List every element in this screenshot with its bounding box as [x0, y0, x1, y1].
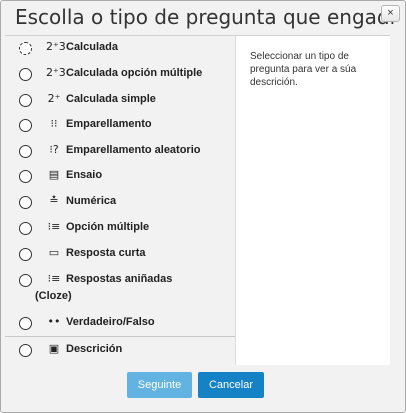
close-icon[interactable]: ×: [381, 5, 400, 22]
essay-icon: ▤: [48, 168, 60, 181]
option-label: Numérica: [66, 195, 117, 207]
radio-button[interactable]: [19, 42, 32, 55]
truefalse-icon: ••: [47, 315, 61, 328]
option-label: Calculada opción múltiple: [66, 67, 203, 79]
radio-button[interactable]: [19, 94, 32, 107]
option-label: Ensaio: [66, 169, 103, 181]
cancel-button[interactable]: Cancelar: [198, 372, 264, 398]
cloze-icon: ⁝≡: [47, 272, 61, 285]
radio-button[interactable]: [19, 145, 32, 158]
description-icon: ▣: [48, 342, 60, 355]
option-label: Resposta curta: [66, 247, 146, 259]
submit-button[interactable]: Seguinte: [127, 372, 192, 398]
question-type-dialog: Escolla o tipo de pregunta que engadir ×…: [0, 0, 406, 413]
radio-button[interactable]: [19, 274, 32, 287]
numerical-icon: ≛: [49, 194, 59, 207]
option-respostas-aninadas[interactable]: ⁝≡ Respostas aniñadas (Cloze): [5, 268, 235, 306]
option-emparellamento[interactable]: ⁝⁝ Emparellamento: [5, 113, 235, 137]
option-label: Verdadeiro/Falso: [66, 316, 155, 328]
option-ensaio[interactable]: ▤ Ensaio: [5, 164, 235, 188]
radio-button[interactable]: [19, 68, 32, 81]
radio-button[interactable]: [19, 344, 32, 357]
question-type-list: 2⁺3 Calculada 2⁺3 Calculada opción múlti…: [5, 36, 236, 367]
option-label: Calculada simple: [66, 93, 156, 105]
calculated-icon: 2⁺3: [46, 40, 66, 53]
option-calculada-opcion-multiple[interactable]: 2⁺3 Calculada opción múltiple: [5, 62, 235, 86]
option-label: Respostas aniñadas: [66, 273, 173, 285]
question-type-panel: 2⁺3 Calculada 2⁺3 Calculada opción múlti…: [5, 35, 390, 367]
matching-icon: ⁝⁝: [50, 117, 58, 130]
radio-button[interactable]: [19, 196, 32, 209]
option-label: Calculada: [66, 41, 118, 53]
short-answer-icon: ▭: [48, 246, 60, 259]
random-matching-icon: ⁝?: [49, 143, 59, 156]
option-label: Descrición: [66, 343, 123, 355]
option-calculada-simple[interactable]: 2⁺ Calculada simple: [5, 88, 235, 112]
type-description: Seleccionar un tipo de pregunta para ver…: [250, 51, 357, 88]
dialog-title: Escolla o tipo de pregunta que engadir: [15, 5, 395, 29]
option-calculada[interactable]: 2⁺3 Calculada: [5, 36, 235, 60]
option-descricion[interactable]: ▣ Descrición: [5, 336, 235, 367]
calculated-simple-icon: 2⁺: [47, 92, 61, 105]
option-label: Opción múltiple: [66, 221, 150, 233]
option-label: Emparellamento aleatorio: [66, 144, 201, 156]
radio-button[interactable]: [19, 248, 32, 261]
option-resposta-curta[interactable]: ▭ Resposta curta: [5, 242, 235, 266]
radio-button[interactable]: [19, 222, 32, 235]
multichoice-icon: ⁝≡: [47, 220, 61, 233]
option-label-line2: (Cloze): [35, 290, 72, 302]
radio-button[interactable]: [19, 170, 32, 183]
option-verdadeiro-falso[interactable]: •• Verdadeiro/Falso: [5, 311, 235, 335]
option-opcion-multiple[interactable]: ⁝≡ Opción múltiple: [5, 216, 235, 240]
calculated-multichoice-icon: 2⁺3: [46, 66, 66, 79]
dialog-footer: Seguinte Cancelar: [1, 365, 405, 412]
dialog-header: Escolla o tipo de pregunta que engadir ×: [1, 1, 405, 35]
radio-button[interactable]: [19, 317, 32, 330]
option-emparellamento-aleatorio[interactable]: ⁝? Emparellamento aleatorio: [5, 139, 235, 163]
option-numerica[interactable]: ≛ Numérica: [5, 190, 235, 214]
option-label: Emparellamento: [66, 118, 152, 130]
radio-button[interactable]: [19, 119, 32, 132]
